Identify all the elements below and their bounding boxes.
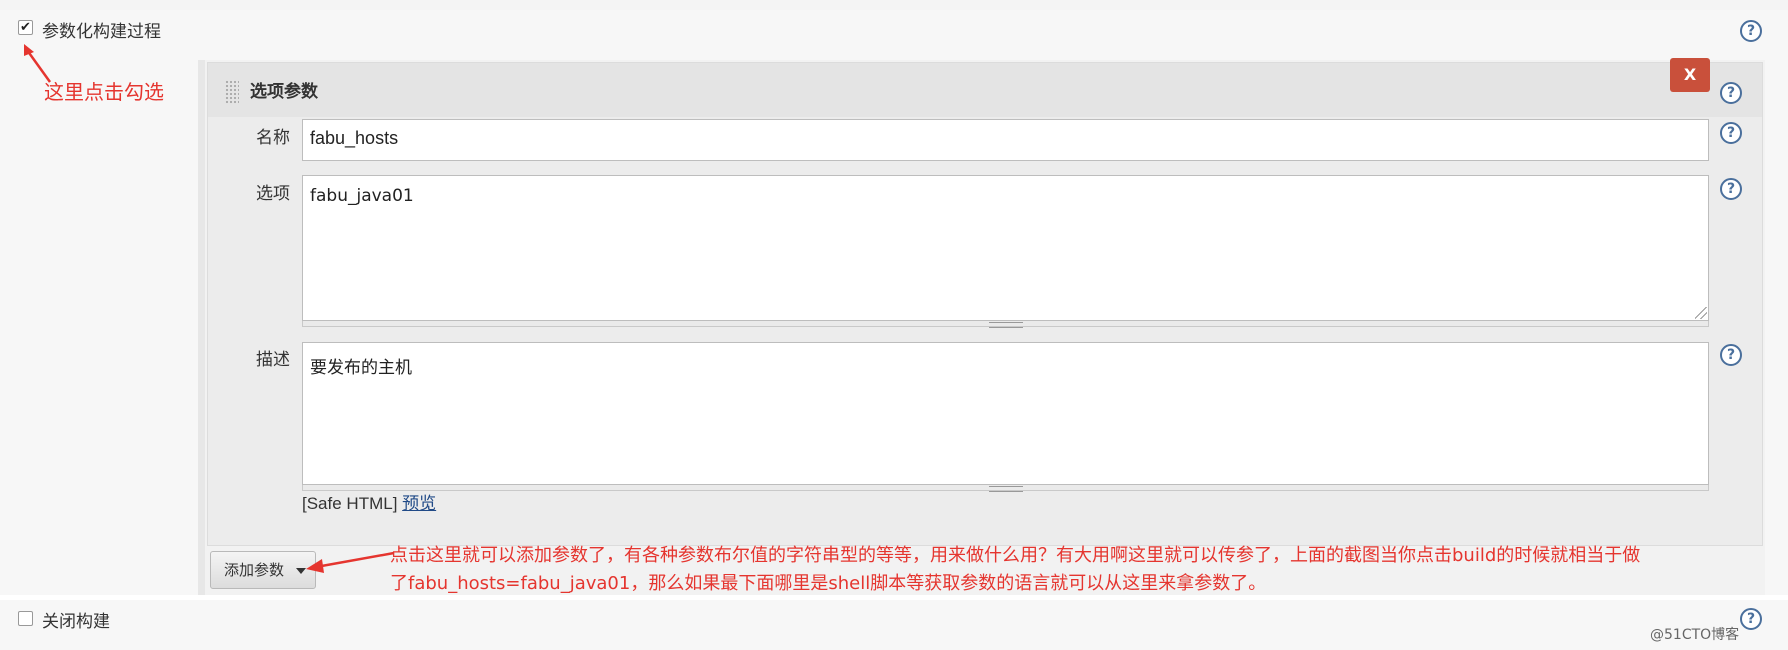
preview-link[interactable]: 预览 [402,494,436,513]
param-build-label: 参数化构建过程 [42,22,161,42]
help-icon[interactable]: ? [1720,122,1742,144]
choice-parameter-header [208,63,1762,117]
help-icon[interactable]: ? [1720,82,1742,104]
help-icon[interactable]: ? [1740,20,1762,42]
description-label: 描述 [256,350,290,370]
annotation-arrow-left-icon [306,551,395,573]
top-strip [0,0,1788,10]
description-resize-handle[interactable] [302,485,1709,492]
annotation-check-hint: 这里点击勾选 [44,80,164,104]
drag-handle-icon[interactable] [225,80,239,104]
choices-label: 选项 [256,184,290,204]
name-input[interactable]: fabu_hosts [302,119,1709,161]
help-icon[interactable]: ? [1720,344,1742,366]
help-icon[interactable]: ? [1720,178,1742,200]
safe-html-prefix: [Safe HTML] [302,494,398,513]
description-textarea[interactable]: 要发布的主机 [302,342,1709,485]
param-build-row [0,10,1788,60]
disable-build-row [0,600,1788,650]
annotation-add-param-line1: 点击这里就可以添加参数了，有各种参数布尔值的字符串型的等等，用来做什么用？有大用… [390,545,1641,566]
choices-textarea[interactable]: fabu_java01 [302,175,1709,321]
help-icon[interactable]: ? [1740,608,1762,630]
disable-build-label: 关闭构建 [42,612,110,632]
safe-html-note: [Safe HTML] 预览 [302,494,436,514]
param-build-checkbox[interactable]: ✔ [18,20,33,35]
watermark: @51CTO博客 [1650,627,1740,643]
resize-corner-icon[interactable] [1695,307,1707,319]
disable-build-checkbox[interactable] [18,611,33,626]
choices-resize-handle[interactable] [302,321,1709,328]
annotation-add-param-line2: 了fabu_hosts=fabu_java01，那么如果最下面哪里是shell脚… [390,573,1267,594]
name-label: 名称 [256,128,290,148]
delete-parameter-button[interactable]: X [1670,58,1710,92]
left-gutter [0,60,198,595]
add-parameter-label: 添加参数 [224,561,285,579]
choice-parameter-title: 选项参数 [250,82,318,102]
right-gutter [1765,60,1788,595]
gutter-divider [198,60,205,595]
